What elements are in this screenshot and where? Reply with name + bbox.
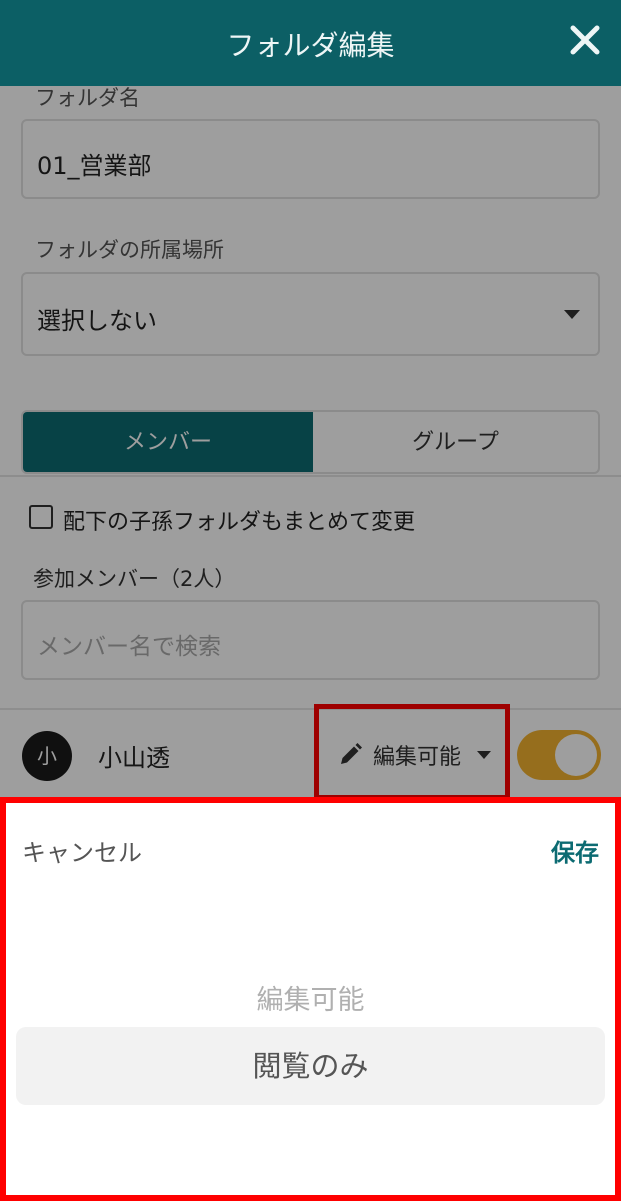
picker-option-view-only[interactable]: 閲覧のみ <box>16 1027 605 1105</box>
divider <box>0 475 621 477</box>
cascade-checkbox-label: 配下の子孫フォルダもまとめて変更 <box>63 510 416 535</box>
tab-members[interactable]: メンバー <box>23 412 313 472</box>
avatar: 小 <box>22 731 72 781</box>
members-heading: 参加メンバー（2人） <box>33 567 236 591</box>
list-item: 小 小山透 編集可能 <box>0 704 621 800</box>
folder-name-input[interactable]: 01_営業部 <box>21 119 600 199</box>
cancel-button[interactable]: キャンセル <box>22 833 142 868</box>
permission-label: 編集可能 <box>373 745 462 770</box>
app-header: フォルダ編集 <box>0 0 621 86</box>
search-placeholder: メンバー名で検索 <box>37 634 221 660</box>
location-select[interactable]: 選択しない <box>21 272 600 356</box>
picker-option-editable[interactable]: 編集可能 <box>6 978 615 1017</box>
member-group-tabs: メンバー グループ <box>21 410 600 474</box>
close-button[interactable] <box>567 20 603 60</box>
folder-name-label: フォルダ名 <box>35 86 140 110</box>
page-title: フォルダ編集 <box>226 29 395 62</box>
member-search-input[interactable]: メンバー名で検索 <box>21 600 600 680</box>
location-value: 選択しない <box>37 307 157 335</box>
save-button[interactable]: 保存 <box>551 833 599 868</box>
toggle-knob <box>555 734 597 776</box>
folder-name-value: 01_営業部 <box>37 152 152 180</box>
permission-picker-sheet: キャンセル 保存 編集可能 閲覧のみ <box>0 797 621 1201</box>
cascade-checkbox[interactable] <box>29 505 53 529</box>
member-name: 小山透 <box>98 744 170 772</box>
location-label: フォルダの所属場所 <box>35 238 224 262</box>
member-toggle[interactable] <box>517 730 601 780</box>
permission-dropdown[interactable]: 編集可能 <box>314 704 510 800</box>
close-icon <box>570 25 600 55</box>
tab-groups[interactable]: グループ <box>313 412 598 472</box>
caret-down-icon <box>564 310 580 319</box>
caret-down-icon <box>477 751 491 759</box>
pencil-icon <box>341 743 362 764</box>
